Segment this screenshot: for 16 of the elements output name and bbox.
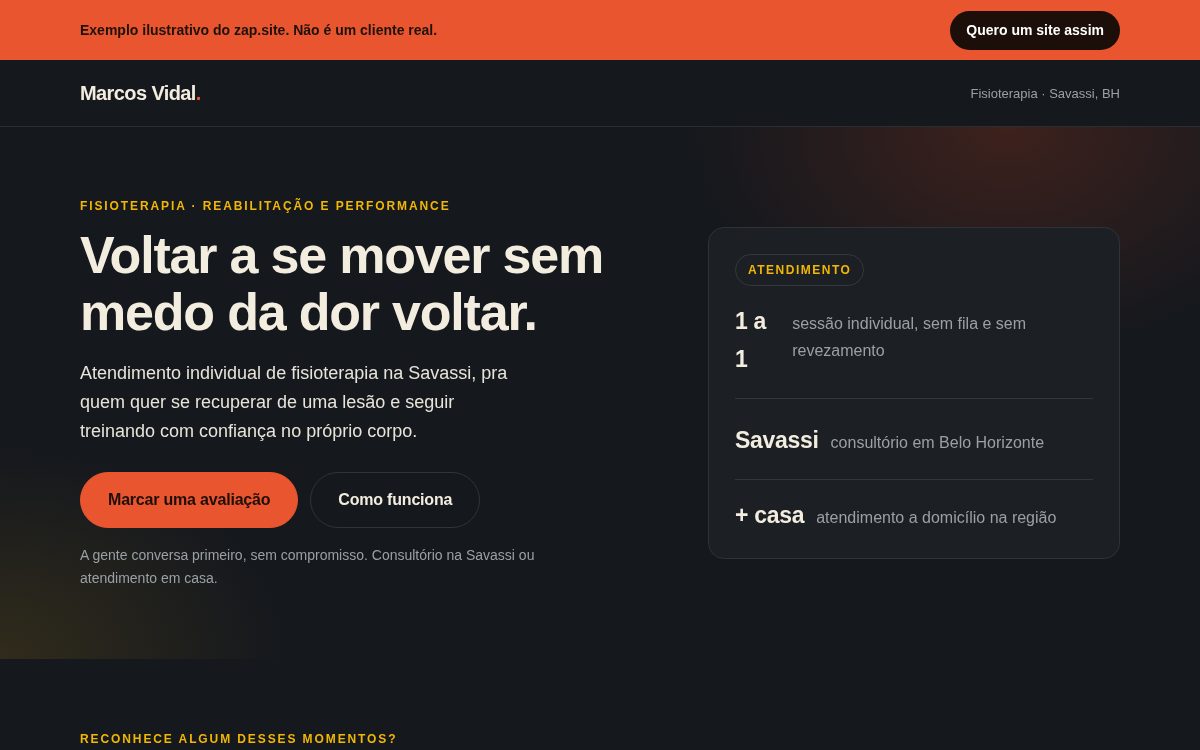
- brand-logo[interactable]: Marcos Vidal.: [80, 81, 201, 105]
- card-term: + casa: [735, 501, 805, 530]
- book-assessment-button[interactable]: Marcar uma avaliação: [80, 471, 299, 528]
- card-term: 1 a 1: [735, 307, 768, 374]
- demo-notice-text: Exemplo ilustrativo do zap.site. Não é um cliente real.: [80, 22, 438, 38]
- card-term: Savassi: [735, 426, 819, 455]
- hero-note: A gente conversa primeiro, sem compromisso. Consultório na Savassi ou atendimento em casa.: [80, 545, 536, 588]
- card-description: sessão individual, sem fila e sem revezamento: [792, 314, 1028, 361]
- section-eyebrow: RECONHECE ALGUM DESSES MOMENTOS?: [80, 732, 398, 746]
- site-request-button[interactable]: Quero um site assim: [950, 10, 1120, 50]
- card-description: atendimento a domicílio na região: [816, 508, 1058, 528]
- hero-heading: Voltar a se mover sem medo da dor voltar.: [80, 226, 604, 341]
- card-description: consultório em Belo Horizonte: [830, 433, 1046, 453]
- header-tagline: Fisioterapia · Savassi, BH: [970, 85, 1120, 101]
- hero-eyebrow: FISIOTERAPIA · REABILITAÇÃO E PERFORMANCE: [80, 198, 451, 213]
- hero-description: Atendimento individual de fisioterapia na Savassi, pra quem quer se recuperar de uma lesão e seguir treinando com confiança no próprio corpo.: [80, 361, 509, 443]
